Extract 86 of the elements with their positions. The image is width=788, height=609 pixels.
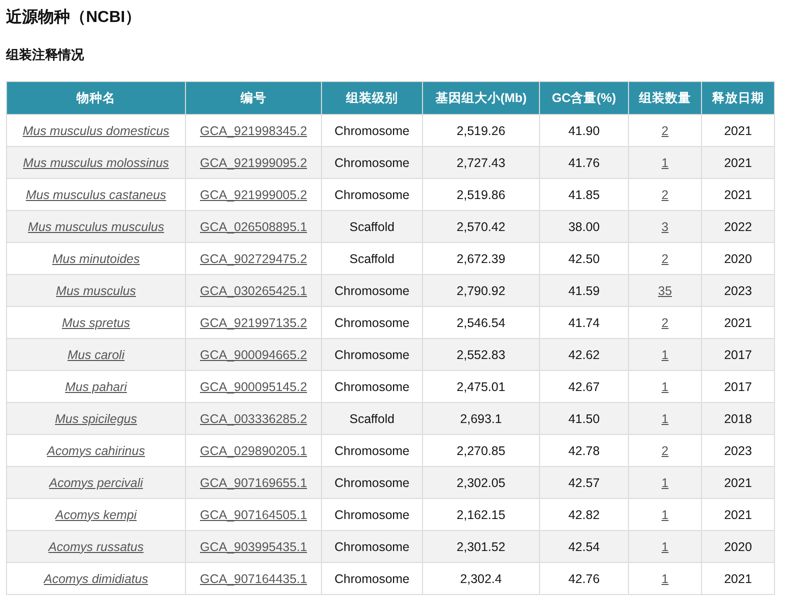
- accession-link[interactable]: GCA_903995435.1: [200, 540, 308, 554]
- table-cell: Chromosome: [322, 274, 422, 306]
- count-link[interactable]: 1: [662, 476, 668, 490]
- count-link[interactable]: 1: [662, 572, 668, 586]
- species-link[interactable]: Acomys kempi: [55, 508, 137, 522]
- species-link[interactable]: Mus musculus musculus: [28, 220, 164, 234]
- table-cell: Scaffold: [322, 402, 422, 434]
- table-cell: 2,790.92: [422, 274, 540, 306]
- accession-link[interactable]: GCA_921997135.2: [200, 316, 308, 330]
- page-title: 近源物种（NCBI）: [6, 8, 142, 28]
- table-cell: 2,693.1: [422, 402, 540, 434]
- accession-link[interactable]: GCA_900095145.2: [200, 380, 308, 394]
- species-link[interactable]: Mus musculus castaneus: [26, 188, 166, 202]
- section-title: 组装注释情况: [6, 47, 85, 63]
- accession-link[interactable]: GCA_907164505.1: [200, 508, 308, 522]
- count-link[interactable]: 1: [662, 348, 668, 362]
- table-cell: 2,570.42: [422, 210, 540, 242]
- species-link[interactable]: Mus minutoides: [52, 252, 140, 266]
- accession-link[interactable]: GCA_921999095.2: [200, 156, 308, 170]
- table-cell: 2021: [702, 146, 774, 178]
- count-link[interactable]: 2: [662, 252, 668, 266]
- table-cell: 2,301.52: [422, 530, 540, 562]
- table-cell: Chromosome: [322, 562, 422, 594]
- table-cell: 42.76: [540, 562, 628, 594]
- species-link[interactable]: Acomys russatus: [48, 540, 144, 554]
- count-link[interactable]: 1: [662, 508, 668, 522]
- column-header: GC含量(%): [540, 82, 628, 114]
- table-cell: 2021: [702, 562, 774, 594]
- table-cell: Scaffold: [322, 210, 422, 242]
- table-cell: 41.50: [540, 402, 628, 434]
- species-link[interactable]: Mus spretus: [62, 316, 130, 330]
- table-cell: 42.54: [540, 530, 628, 562]
- count-link[interactable]: 2: [662, 124, 668, 138]
- count-link[interactable]: 1: [662, 380, 668, 394]
- accession-link[interactable]: GCA_030265425.1: [200, 284, 308, 298]
- species-link[interactable]: Mus musculus: [56, 284, 136, 298]
- table-cell: Chromosome: [322, 338, 422, 370]
- count-link[interactable]: 1: [662, 412, 668, 426]
- table-cell: 2,727.43: [422, 146, 540, 178]
- table-cell: 38.00: [540, 210, 628, 242]
- table-cell: 2018: [702, 402, 774, 434]
- table-cell: 2023: [702, 274, 774, 306]
- table-cell: 42.57: [540, 466, 628, 498]
- table-cell: 2017: [702, 338, 774, 370]
- table-cell: 2022: [702, 210, 774, 242]
- count-link[interactable]: 2: [662, 444, 668, 458]
- table-cell: 2,302.4: [422, 562, 540, 594]
- count-link[interactable]: 1: [662, 156, 668, 170]
- accession-link[interactable]: GCA_921998345.2: [200, 124, 308, 138]
- count-link[interactable]: 35: [658, 284, 672, 298]
- species-link[interactable]: Acomys percivali: [49, 476, 143, 490]
- table-cell: Chromosome: [322, 530, 422, 562]
- species-link[interactable]: Acomys cahirinus: [47, 444, 145, 458]
- species-link[interactable]: Mus musculus domesticus: [22, 124, 170, 138]
- column-header: 释放日期: [702, 82, 774, 114]
- accession-link[interactable]: GCA_003336285.2: [200, 412, 308, 426]
- table-cell: 2021: [702, 466, 774, 498]
- column-header: 组装数量: [628, 82, 702, 114]
- accession-link[interactable]: GCA_026508895.1: [200, 220, 308, 234]
- table-cell: 41.59: [540, 274, 628, 306]
- table-cell: 2020: [702, 530, 774, 562]
- table-cell: Chromosome: [322, 466, 422, 498]
- accession-link[interactable]: GCA_902729475.2: [200, 252, 308, 266]
- count-link[interactable]: 2: [662, 188, 668, 202]
- accession-link[interactable]: GCA_900094665.2: [200, 348, 308, 362]
- count-link[interactable]: 2: [662, 316, 668, 330]
- column-header: 组装级别: [322, 82, 422, 114]
- species-link[interactable]: Mus caroli: [68, 348, 124, 362]
- species-link[interactable]: Acomys dimidiatus: [44, 572, 148, 586]
- accession-link[interactable]: GCA_921999005.2: [200, 188, 308, 202]
- accession-link[interactable]: GCA_907169655.1: [200, 476, 308, 490]
- table-cell: 42.62: [540, 338, 628, 370]
- table-cell: 41.76: [540, 146, 628, 178]
- accession-link[interactable]: GCA_029890205.1: [200, 444, 308, 458]
- species-link[interactable]: Mus spicilegus: [55, 412, 137, 426]
- species-link[interactable]: Mus pahari: [65, 380, 127, 394]
- column-header: 编号: [186, 82, 322, 114]
- column-header: 基因组大小(Mb): [422, 82, 540, 114]
- count-link[interactable]: 3: [662, 220, 668, 234]
- accession-link[interactable]: GCA_907164435.1: [200, 572, 308, 586]
- column-header: 物种名: [6, 82, 186, 114]
- table-cell: 2,552.83: [422, 338, 540, 370]
- count-link[interactable]: 1: [662, 540, 668, 554]
- table-cell: Chromosome: [322, 146, 422, 178]
- table-cell: 2,302.05: [422, 466, 540, 498]
- species-link[interactable]: Mus musculus molossinus: [23, 156, 169, 170]
